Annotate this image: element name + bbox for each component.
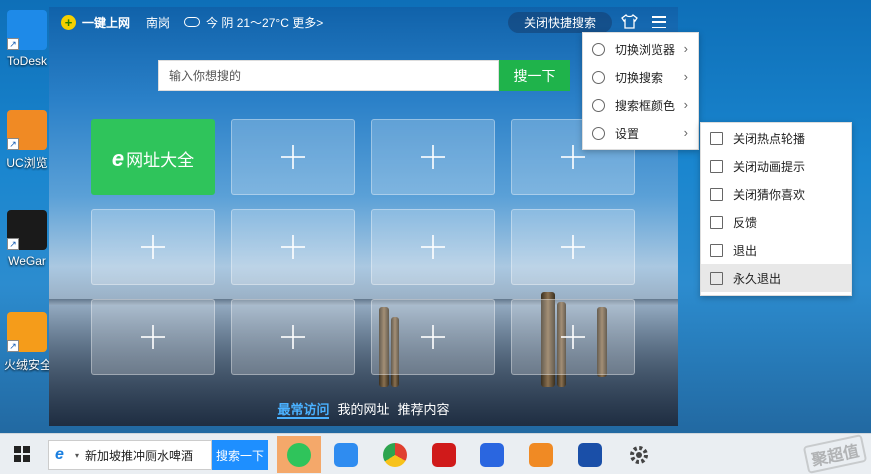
search-placeholder: 输入你想搜的 — [169, 69, 242, 83]
menu-item-exit[interactable]: 退出 — [701, 236, 851, 264]
wegame-icon: ↗ — [7, 210, 47, 250]
desktop-icon-huorong[interactable]: ↗ 火绒安全 — [4, 312, 50, 373]
brand-name[interactable]: 一键上网 — [82, 14, 130, 31]
city-name[interactable]: 南岗 — [146, 14, 170, 31]
bottom-tabs: 最常访问 我的网址 推荐内容 — [49, 399, 678, 419]
permanent-exit-icon — [710, 272, 723, 285]
plus-icon — [561, 325, 585, 349]
logo-plus-icon: + — [61, 14, 76, 30]
gear-icon — [592, 127, 605, 140]
search-button[interactable]: 搜一下 — [499, 60, 570, 91]
todesk-icon: ↗ — [7, 10, 47, 50]
add-tile[interactable] — [511, 299, 635, 375]
cloud-icon — [184, 17, 201, 27]
add-tile[interactable] — [231, 209, 355, 285]
chrome-icon[interactable] — [378, 438, 412, 472]
watermark: 聚超值 — [802, 434, 868, 474]
menu-item-settings[interactable]: 设置 › — [583, 119, 698, 147]
chevron-right-icon: › — [683, 69, 688, 84]
tile-site-directory[interactable]: e 网址大全 — [91, 119, 215, 195]
chevron-right-icon: › — [683, 125, 688, 140]
menu-item-switch-search[interactable]: 切换搜索 › — [583, 63, 698, 91]
ie-browser-icon[interactable] — [277, 436, 321, 473]
huorong-icon: ↗ — [7, 312, 47, 352]
settings-submenu: 关闭热点轮播 关闭动画提示 关闭猜你喜欢 反馈 退出 永久退出 — [700, 122, 852, 296]
chevron-right-icon: › — [683, 97, 688, 112]
add-tile[interactable] — [511, 209, 635, 285]
uc-browser-icon: ↗ — [7, 110, 47, 150]
baidu-netdisk-icon[interactable] — [475, 438, 509, 472]
add-tile[interactable] — [371, 119, 495, 195]
tshirt-icon[interactable] — [621, 14, 638, 29]
feedback-icon — [710, 216, 723, 229]
tab-my-sites[interactable]: 我的网址 — [337, 399, 389, 419]
taskbar-search-button[interactable]: 搜索一下 — [212, 440, 268, 470]
desktop-icon-uc-browser[interactable]: ↗ UC浏览 — [4, 110, 50, 171]
plus-icon — [141, 235, 165, 259]
taskbar: e ▾ 新加坡推冲厕水啤酒 搜索一下 聚超值 — [0, 433, 871, 474]
menu-item-feedback[interactable]: 反馈 — [701, 208, 851, 236]
tab-recommended[interactable]: 推荐内容 — [398, 399, 450, 419]
color-drop-icon — [592, 99, 605, 112]
plus-icon — [421, 145, 445, 169]
plus-icon — [561, 235, 585, 259]
weather-text[interactable]: 今 阴 21～27°C 更多> — [206, 14, 323, 31]
search-switch-icon — [592, 71, 605, 84]
uc-browser-icon[interactable] — [524, 438, 558, 472]
recommend-off-icon — [710, 188, 723, 201]
hamburger-menu-icon[interactable] — [652, 16, 666, 28]
ie-logo-icon: e — [55, 446, 64, 463]
browser-switch-icon — [592, 43, 605, 56]
plus-icon — [421, 235, 445, 259]
plus-icon — [141, 325, 165, 349]
chevron-right-icon: › — [683, 41, 688, 56]
main-menu: 切换浏览器 › 切换搜索 › 搜索框颜色 › 设置 › — [582, 32, 699, 150]
add-tile[interactable] — [91, 209, 215, 285]
menu-item-switch-browser[interactable]: 切换浏览器 › — [583, 35, 698, 63]
add-tile[interactable] — [231, 299, 355, 375]
add-tile[interactable] — [91, 299, 215, 375]
windows-start-icon[interactable] — [14, 446, 30, 462]
menu-item-close-hot-carousel[interactable]: 关闭热点轮播 — [701, 124, 851, 152]
exit-icon — [710, 244, 723, 257]
e-logo-icon: e — [111, 146, 125, 171]
desktop-icon-todesk[interactable]: ↗ ToDesk — [4, 10, 50, 68]
add-tile[interactable] — [231, 119, 355, 195]
tile-label: 网址大全 — [126, 151, 195, 170]
plus-icon — [281, 235, 305, 259]
plus-icon — [281, 145, 305, 169]
carousel-off-icon — [710, 132, 723, 145]
tab-most-visited[interactable]: 最常访问 — [277, 399, 330, 419]
plus-icon — [281, 325, 305, 349]
taskbar-search-input[interactable]: e ▾ 新加坡推冲厕水啤酒 — [48, 440, 212, 470]
add-tile[interactable] — [371, 209, 495, 285]
menu-item-close-recommendations[interactable]: 关闭猜你喜欢 — [701, 180, 851, 208]
menu-item-search-box-color[interactable]: 搜索框颜色 › — [583, 91, 698, 119]
menu-item-permanent-exit[interactable]: 永久退出 — [701, 264, 851, 292]
network-app-icon[interactable] — [573, 438, 607, 472]
search-input[interactable]: 输入你想搜的 — [158, 60, 499, 91]
close-quick-search-button[interactable]: 关闭快捷搜索 — [508, 12, 612, 33]
settings-gear-icon[interactable] — [622, 438, 656, 472]
animation-off-icon — [710, 160, 723, 173]
plus-icon — [421, 325, 445, 349]
menu-item-close-animation-tips[interactable]: 关闭动画提示 — [701, 152, 851, 180]
feishu-icon[interactable] — [329, 438, 363, 472]
dropdown-arrow-icon[interactable]: ▾ — [75, 451, 79, 460]
desktop-icon-wegame[interactable]: ↗ WeGar — [4, 210, 50, 268]
huawei-app-icon[interactable] — [427, 438, 461, 472]
add-tile[interactable] — [371, 299, 495, 375]
